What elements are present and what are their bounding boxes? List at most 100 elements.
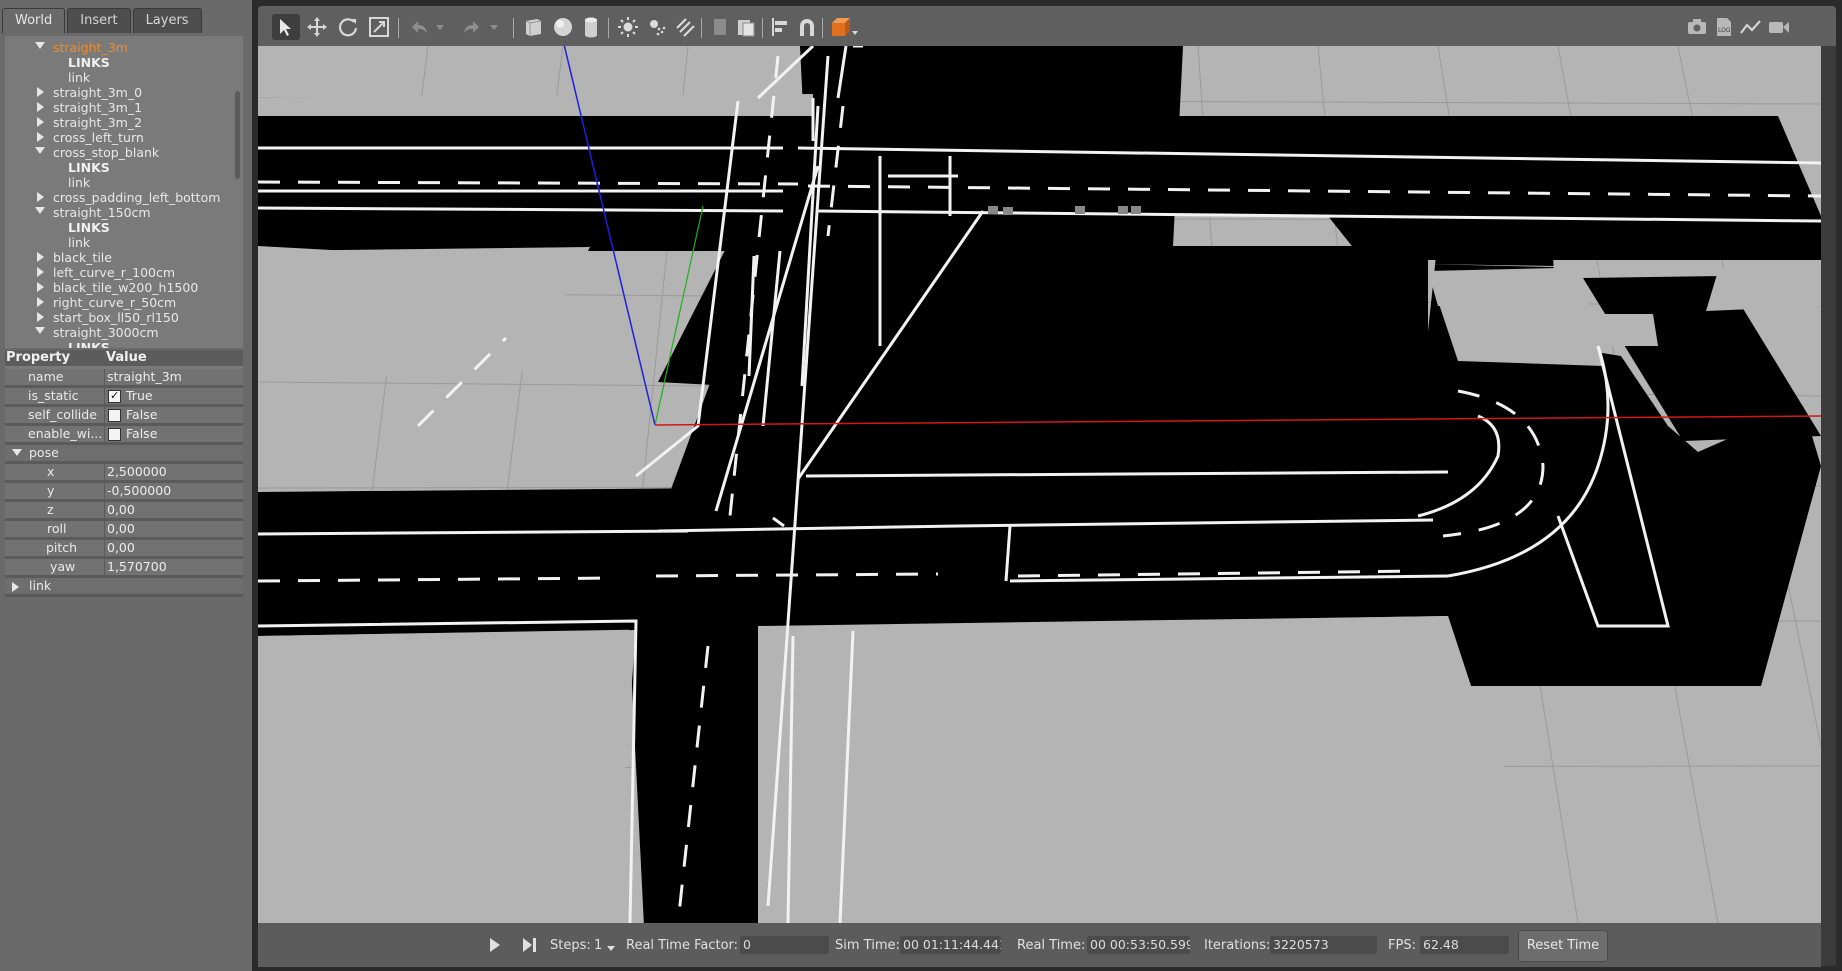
cylinder-icon[interactable]: [580, 16, 602, 38]
tree-item-label: right_curve_r_50cm: [53, 295, 177, 310]
tab-world[interactable]: World: [2, 8, 66, 33]
property-value[interactable]: 0,00: [107, 540, 135, 556]
property-value[interactable]: straight_3m: [107, 369, 182, 385]
property-row[interactable]: is_static True: [5, 388, 243, 407]
expand-arrow-right-icon[interactable]: [35, 297, 45, 307]
expand-arrow-right-icon[interactable]: [35, 267, 45, 277]
play-icon[interactable]: [488, 937, 502, 956]
tab-insert[interactable]: Insert: [67, 8, 131, 33]
property-value[interactable]: -0,500000: [107, 483, 171, 499]
steps-label: Steps:: [550, 938, 591, 953]
rotate-icon[interactable]: [337, 16, 359, 38]
property-row[interactable]: y -0,500000: [5, 483, 243, 502]
property-checkbox[interactable]: [108, 388, 121, 404]
screenshot-icon[interactable]: [1686, 16, 1708, 38]
property-row[interactable]: z 0,00: [5, 502, 243, 521]
expand-arrow-right-icon[interactable]: [35, 117, 45, 127]
undo-dropdown-icon[interactable]: [434, 16, 446, 38]
record-video-icon[interactable]: [1768, 16, 1790, 38]
status-bar: Steps: 1 Real Time Factor: 0 Sim Time: 0…: [258, 923, 1821, 967]
value-column-header: Value: [106, 350, 147, 365]
property-row[interactable]: pitch 0,00: [5, 540, 243, 559]
copy-icon[interactable]: [709, 16, 731, 38]
svg-text:LOG: LOG: [1718, 27, 1731, 34]
view-angle-icon[interactable]: [829, 16, 859, 38]
tree-scrollbar[interactable]: [235, 91, 240, 179]
redo-icon[interactable]: [461, 16, 483, 38]
box-icon[interactable]: [522, 16, 544, 38]
snap-icon[interactable]: [796, 16, 818, 38]
expand-arrow-right-icon[interactable]: [35, 192, 45, 202]
tree-item-label: straight_3000cm: [53, 325, 159, 340]
expand-arrow-right-icon[interactable]: [35, 252, 45, 262]
collapsed-arrow-icon[interactable]: [12, 582, 19, 592]
expand-arrow-right-icon[interactable]: [35, 132, 45, 142]
property-checkbox[interactable]: [108, 428, 121, 441]
property-row[interactable]: pose: [5, 445, 243, 464]
translate-icon[interactable]: [306, 16, 328, 38]
property-panel: Property Value name straight_3m is_static T…: [5, 350, 243, 597]
property-key: x: [47, 464, 55, 479]
tree-item-label: LINKS: [68, 160, 110, 175]
expand-arrow-right-icon[interactable]: [35, 87, 45, 97]
property-value[interactable]: True: [126, 388, 153, 404]
steps-value[interactable]: 1: [594, 938, 602, 953]
expanded-arrow-icon[interactable]: [12, 449, 22, 456]
column-divider: [104, 483, 105, 499]
align-icon[interactable]: [769, 16, 791, 38]
column-divider: [104, 407, 105, 423]
property-row[interactable]: enable_wi... False: [5, 426, 243, 445]
expand-arrow-down-icon[interactable]: [35, 42, 45, 52]
tree-item-label: link: [68, 70, 91, 85]
spot-light-icon[interactable]: [646, 16, 668, 38]
real-time-factor-value: 0: [740, 936, 829, 954]
undo-icon[interactable]: [408, 16, 430, 38]
3d-viewport[interactable]: [258, 46, 1821, 923]
log-icon[interactable]: LOG: [1713, 16, 1735, 38]
directional-light-icon[interactable]: [674, 16, 696, 38]
property-row[interactable]: name straight_3m: [5, 369, 243, 388]
redo-dropdown-icon[interactable]: [488, 16, 500, 38]
toolbar-separator: [513, 18, 514, 38]
property-row[interactable]: self_collide False: [5, 407, 243, 426]
expand-arrow-right-icon[interactable]: [35, 282, 45, 292]
property-key: enable_wi...: [28, 426, 103, 441]
property-value[interactable]: False: [126, 407, 157, 423]
property-value[interactable]: 2,500000: [107, 464, 167, 480]
point-light-icon[interactable]: [617, 16, 639, 38]
column-divider: [104, 369, 105, 385]
expand-arrow-down-icon[interactable]: [35, 147, 45, 157]
tree-item-label: left_curve_r_100cm: [53, 265, 176, 280]
column-divider: [104, 464, 105, 480]
tab-layers[interactable]: Layers: [132, 8, 202, 33]
property-value[interactable]: 1,570700: [107, 559, 167, 575]
expand-arrow-down-icon[interactable]: [35, 327, 45, 337]
property-row[interactable]: link: [5, 578, 243, 597]
property-row[interactable]: roll 0,00: [5, 521, 243, 540]
paste-icon[interactable]: [735, 16, 757, 38]
tree-item-label: LINKS: [68, 340, 110, 348]
tree-item-label: cross_padding_left_bottom: [53, 190, 221, 205]
scale-icon[interactable]: [368, 16, 390, 38]
property-value[interactable]: 0,00: [107, 521, 135, 537]
reset-time-button[interactable]: Reset Time: [1518, 930, 1608, 962]
property-value[interactable]: False: [126, 426, 157, 442]
expand-arrow-right-icon[interactable]: [35, 312, 45, 322]
toolbar-separator: [608, 18, 609, 38]
step-icon[interactable]: [522, 937, 538, 956]
world-tree: straight_3m LINKS link straight_3m_0 straigh…: [5, 36, 243, 348]
tree-item-label: straight_3m: [53, 40, 128, 55]
sphere-icon[interactable]: [552, 16, 574, 38]
tree-item-label: cross_stop_blank: [53, 145, 160, 160]
steps-dropdown-icon[interactable]: [606, 941, 616, 955]
expand-arrow-down-icon[interactable]: [35, 207, 45, 217]
property-checkbox[interactable]: [108, 409, 121, 422]
property-row[interactable]: yaw 1,570700: [5, 559, 243, 578]
select-arrow-icon[interactable]: [272, 14, 300, 40]
column-divider: [104, 540, 105, 556]
column-divider: [104, 502, 105, 518]
property-row[interactable]: x 2,500000: [5, 464, 243, 483]
property-value[interactable]: 0,00: [107, 502, 135, 518]
expand-arrow-right-icon[interactable]: [35, 102, 45, 112]
plot-icon[interactable]: [1740, 16, 1762, 38]
